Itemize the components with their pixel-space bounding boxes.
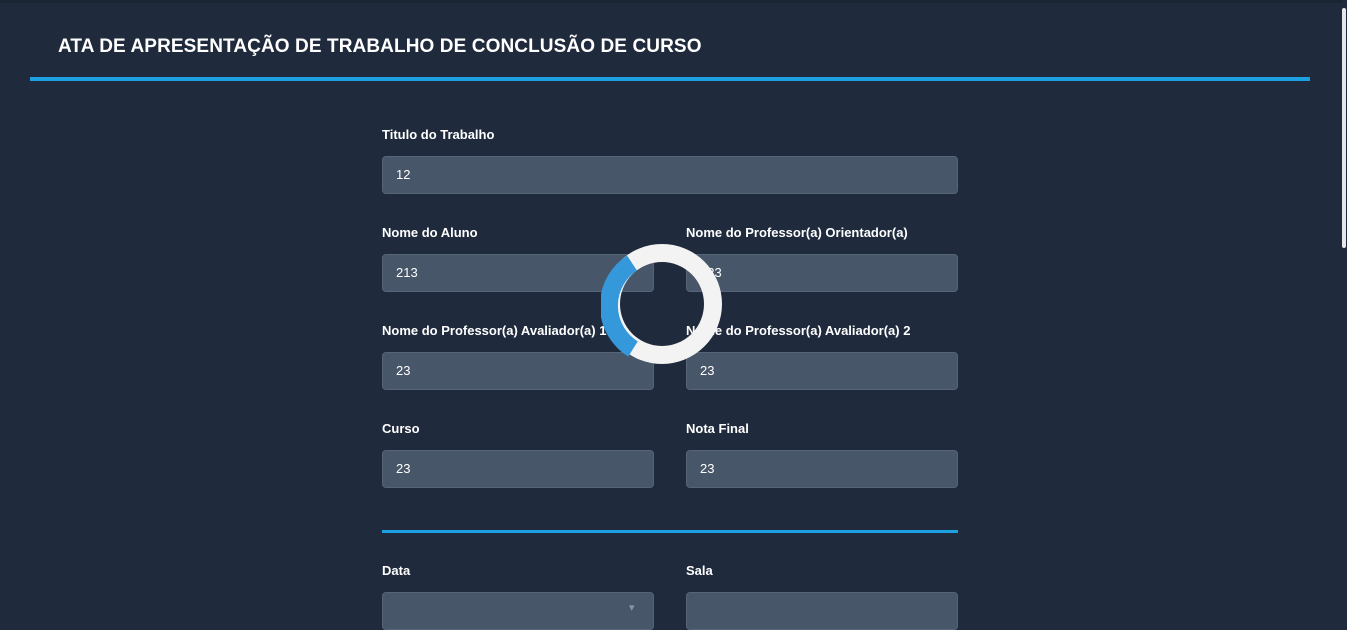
page-header: ATA DE APRESENTAÇÃO DE TRABALHO DE CONCL… <box>30 0 1310 82</box>
nota-final-label: Nota Final <box>686 421 749 436</box>
titulo-label: Titulo do Trabalho <box>382 127 495 142</box>
field-orientador: Nome do Professor(a) Orientador(a) 123 <box>686 225 958 292</box>
curso-input[interactable]: 23 <box>382 450 654 488</box>
field-curso: Curso 23 <box>382 421 654 488</box>
orientador-input[interactable]: 123 <box>686 254 958 292</box>
spinner-arc <box>601 255 639 357</box>
loading-spinner-icon <box>601 244 722 364</box>
sala-label: Sala <box>686 563 713 578</box>
scrollbar-thumb[interactable] <box>1342 8 1346 248</box>
avaliador2-input[interactable]: 23 <box>686 352 958 390</box>
field-titulo: Titulo do Trabalho 12 <box>382 127 958 194</box>
field-sala: Sala <box>686 563 958 630</box>
data-input[interactable]: ▾ <box>382 592 654 630</box>
field-aluno: Nome do Aluno 213 <box>382 225 654 292</box>
orientador-label: Nome do Professor(a) Orientador(a) <box>686 225 908 240</box>
field-nota-final: Nota Final 23 <box>686 421 958 488</box>
field-avaliador1: Nome do Professor(a) Avaliador(a) 1 23 <box>382 323 654 390</box>
data-label: Data <box>382 563 411 578</box>
section-divider <box>382 530 958 533</box>
curso-label: Curso <box>382 421 420 436</box>
sala-input[interactable] <box>686 592 958 630</box>
page-title: ATA DE APRESENTAÇÃO DE TRABALHO DE CONCL… <box>58 36 702 57</box>
nota-final-input[interactable]: 23 <box>686 450 958 488</box>
avaliador1-label: Nome do Professor(a) Avaliador(a) 1 <box>382 323 607 338</box>
field-data: Data ▾ <box>382 563 654 630</box>
titulo-input[interactable]: 12 <box>382 156 958 194</box>
aluno-label: Nome do Aluno <box>382 225 478 240</box>
header-divider <box>30 77 1310 81</box>
scrollbar[interactable] <box>1342 0 1347 607</box>
calendar-icon[interactable]: ▾ <box>629 601 643 615</box>
